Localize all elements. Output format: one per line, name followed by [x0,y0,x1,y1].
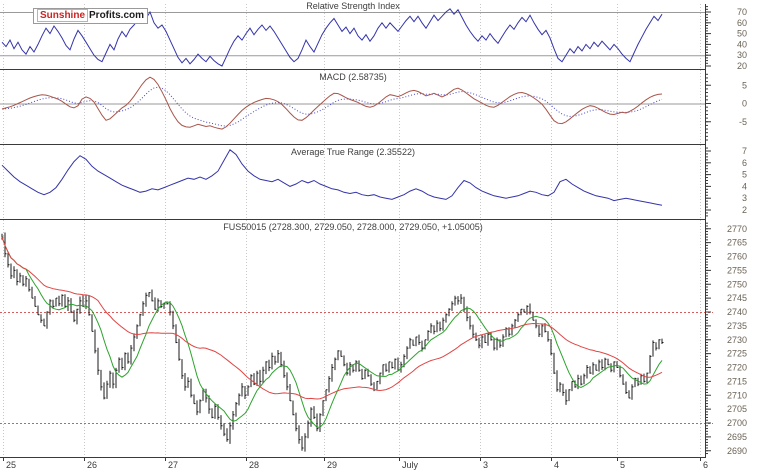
chart-root: 70 60 50 40 30 20 5 0 -5 7 6 5 4 3 2 2770 2765 2760 2755 27… [0,0,757,475]
x-date-label: 25 [6,460,16,470]
y-tick-label: 2760 [727,252,747,262]
y-tick-label: 2705 [727,404,747,414]
price-bars [1,232,664,452]
y-tick-label: 2735 [727,321,747,331]
macd-signal-line [1,86,663,127]
x-axis-dates: 25 26 27 28 29 July 3 4 5 6 [3,457,708,470]
x-date-label: 28 [249,460,259,470]
y-tick-label: 5 [742,80,747,90]
y-tick-label: 5 [742,170,747,180]
x-date-label: 26 [87,460,97,470]
reference-lines [0,12,705,105]
macd-line [1,76,663,130]
y-tick-label: 2700 [727,418,747,428]
y-tick-label: -5 [739,117,747,127]
y-tick-label: 6 [742,158,747,168]
x-date-label: 5 [620,460,625,470]
x-date-label: 3 [483,460,488,470]
y-tick-label: 2750 [727,279,747,289]
y-tick-label: 4 [742,181,747,191]
y-tick-label: 2695 [727,432,747,442]
logo-sunshine: Sunshine [37,9,89,22]
y-tick-label: 7 [742,146,747,156]
y-tick-label: 50 [737,29,747,39]
y-tick-label: 2720 [727,363,747,373]
x-date-label: 4 [554,460,559,470]
logo-profits-com: Profits.com [89,10,145,21]
y-tick-label: 20 [737,61,747,71]
x-date-label: 29 [327,460,337,470]
y-tick-label: 2715 [727,376,747,386]
y-tick-label: 60 [737,18,747,28]
y-tick-label: 2710 [727,390,747,400]
chart-canvas: 70605040302050-5765432277027652760275527… [0,4,747,470]
y-tick-label: 70 [737,7,747,17]
y-tick-label: 2745 [727,293,747,303]
y-tick-label: 2 [742,205,747,215]
date-gridlines [3,4,701,457]
y-tick-label: 2725 [727,349,747,359]
y-tick-label: 0 [742,99,747,109]
sunshine-profits-logo: Sunshine Profits.com [33,8,149,24]
y-tick-label: 2770 [727,224,747,234]
y-tick-label: 2690 [727,446,747,456]
y-tick-label: 2755 [727,265,747,275]
x-date-label: July [402,460,419,470]
axes [0,4,706,458]
x-date-label: 27 [168,460,178,470]
y-axis-ticks-and-labels: 70605040302050-5765432277027652760275527… [705,6,747,456]
y-tick-label: 40 [737,39,747,49]
y-tick-label: 3 [742,193,747,203]
atr-line [1,149,663,206]
y-tick-label: 2730 [727,335,747,345]
y-tick-label: 2740 [727,307,747,317]
y-tick-label: 30 [737,50,747,60]
x-date-label: 6 [703,460,708,470]
fast-moving-average [1,236,663,428]
y-tick-label: 2765 [727,238,747,248]
